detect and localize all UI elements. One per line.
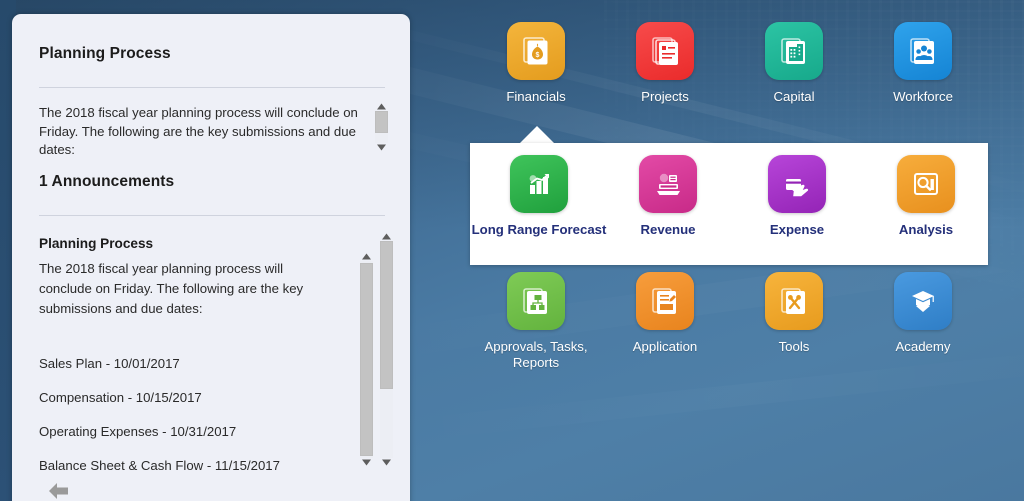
project-documents-icon: [636, 22, 694, 80]
scroll-up-arrow-icon[interactable]: [361, 252, 372, 261]
form-pencil-icon: [636, 272, 694, 330]
nav-tile-projects[interactable]: Projects: [592, 22, 738, 105]
list-item: Operating Expenses - 10/31/2017: [39, 424, 237, 439]
scroll-up-arrow-icon[interactable]: [381, 232, 392, 241]
nav-tile-application[interactable]: Application: [592, 272, 738, 355]
scrollbar-thumb[interactable]: [380, 241, 393, 389]
flyout-tile-label: Long Range Forecast: [471, 222, 607, 237]
nav-tile-label: Workforce: [893, 89, 953, 104]
flyout-tile-expense[interactable]: Expense: [724, 155, 870, 238]
flyout-tile-label: Revenue: [640, 222, 696, 237]
announcement-title: Planning Process: [39, 236, 154, 251]
org-chart-documents-icon: [507, 272, 565, 330]
nav-tile-label: Financials: [506, 89, 566, 104]
back-arrow-icon[interactable]: [46, 480, 72, 501]
flyout-pointer-icon: [519, 126, 555, 144]
page-title: Planning Process: [39, 45, 171, 62]
nav-tile-academy[interactable]: Academy: [850, 272, 996, 355]
announcement-item-list: Sales Plan - 10/01/2017 Compensation - 1…: [39, 356, 359, 492]
announcement-outer-scrollbar[interactable]: [380, 232, 393, 467]
list-item: Compensation - 10/15/2017: [39, 390, 202, 405]
nav-tile-tools[interactable]: Tools: [721, 272, 867, 355]
cash-register-icon: [639, 155, 697, 213]
scroll-down-arrow-icon[interactable]: [361, 458, 372, 467]
nav-tile-capital[interactable]: Capital: [721, 22, 867, 105]
announcement-body: The 2018 fiscal year planning process wi…: [39, 261, 304, 316]
graduation-cap-icon: [894, 272, 952, 330]
nav-tile-approvals-tasks-reports[interactable]: Approvals, Tasks, Reports: [463, 272, 609, 371]
wrench-screwdriver-icon: [765, 272, 823, 330]
flyout-tile-label: Expense: [769, 222, 825, 237]
bar-chart-growth-icon: [510, 155, 568, 213]
magnifier-chart-icon: [897, 155, 955, 213]
scroll-down-arrow-icon[interactable]: [381, 458, 392, 467]
flyout-tile-label: Analysis: [898, 222, 954, 237]
svg-text:$: $: [536, 52, 540, 59]
list-item: Balance Sheet & Cash Flow - 11/15/2017: [39, 458, 280, 473]
nav-tile-label: Academy: [895, 339, 951, 354]
scroll-down-arrow-icon[interactable]: [376, 143, 387, 152]
scrollbar-thumb[interactable]: [375, 111, 388, 133]
money-bag-document-icon: $: [507, 22, 565, 80]
scroll-up-arrow-icon[interactable]: [376, 102, 387, 111]
nav-tile-workforce[interactable]: Workforce: [850, 22, 996, 105]
divider: [39, 215, 385, 216]
hand-card-icon: [768, 155, 826, 213]
flyout-tile-analysis[interactable]: Analysis: [853, 155, 999, 238]
people-documents-icon: [894, 22, 952, 80]
nav-tile-label: Projects: [641, 89, 689, 104]
scrollbar-thumb[interactable]: [360, 263, 373, 456]
divider: [39, 87, 385, 88]
planning-summary-text: The 2018 fiscal year planning process wi…: [39, 105, 358, 157]
announcements-card: Planning Process The 2018 fiscal year pl…: [12, 14, 410, 501]
announcement-inner-scrollbar[interactable]: [360, 252, 373, 467]
nav-tile-label: Approvals, Tasks, Reports: [484, 339, 588, 370]
nav-tile-label: Capital: [773, 89, 815, 104]
building-documents-icon: [765, 22, 823, 80]
summary-scrollbar[interactable]: [375, 102, 388, 152]
flyout-tile-revenue[interactable]: Revenue: [595, 155, 741, 238]
flyout-tile-long-range-forecast[interactable]: Long Range Forecast: [466, 155, 612, 238]
nav-tile-financials[interactable]: $ Financials: [463, 22, 609, 105]
financials-flyout-panel: Long Range Forecast Revenue Expense Anal…: [470, 143, 988, 265]
app-screen: Planning Process The 2018 fiscal year pl…: [0, 0, 1024, 501]
nav-tile-label: Application: [632, 339, 698, 354]
list-item: Sales Plan - 10/01/2017: [39, 356, 180, 371]
announcements-heading: 1 Announcements: [39, 173, 175, 190]
nav-tile-label: Tools: [778, 339, 810, 354]
